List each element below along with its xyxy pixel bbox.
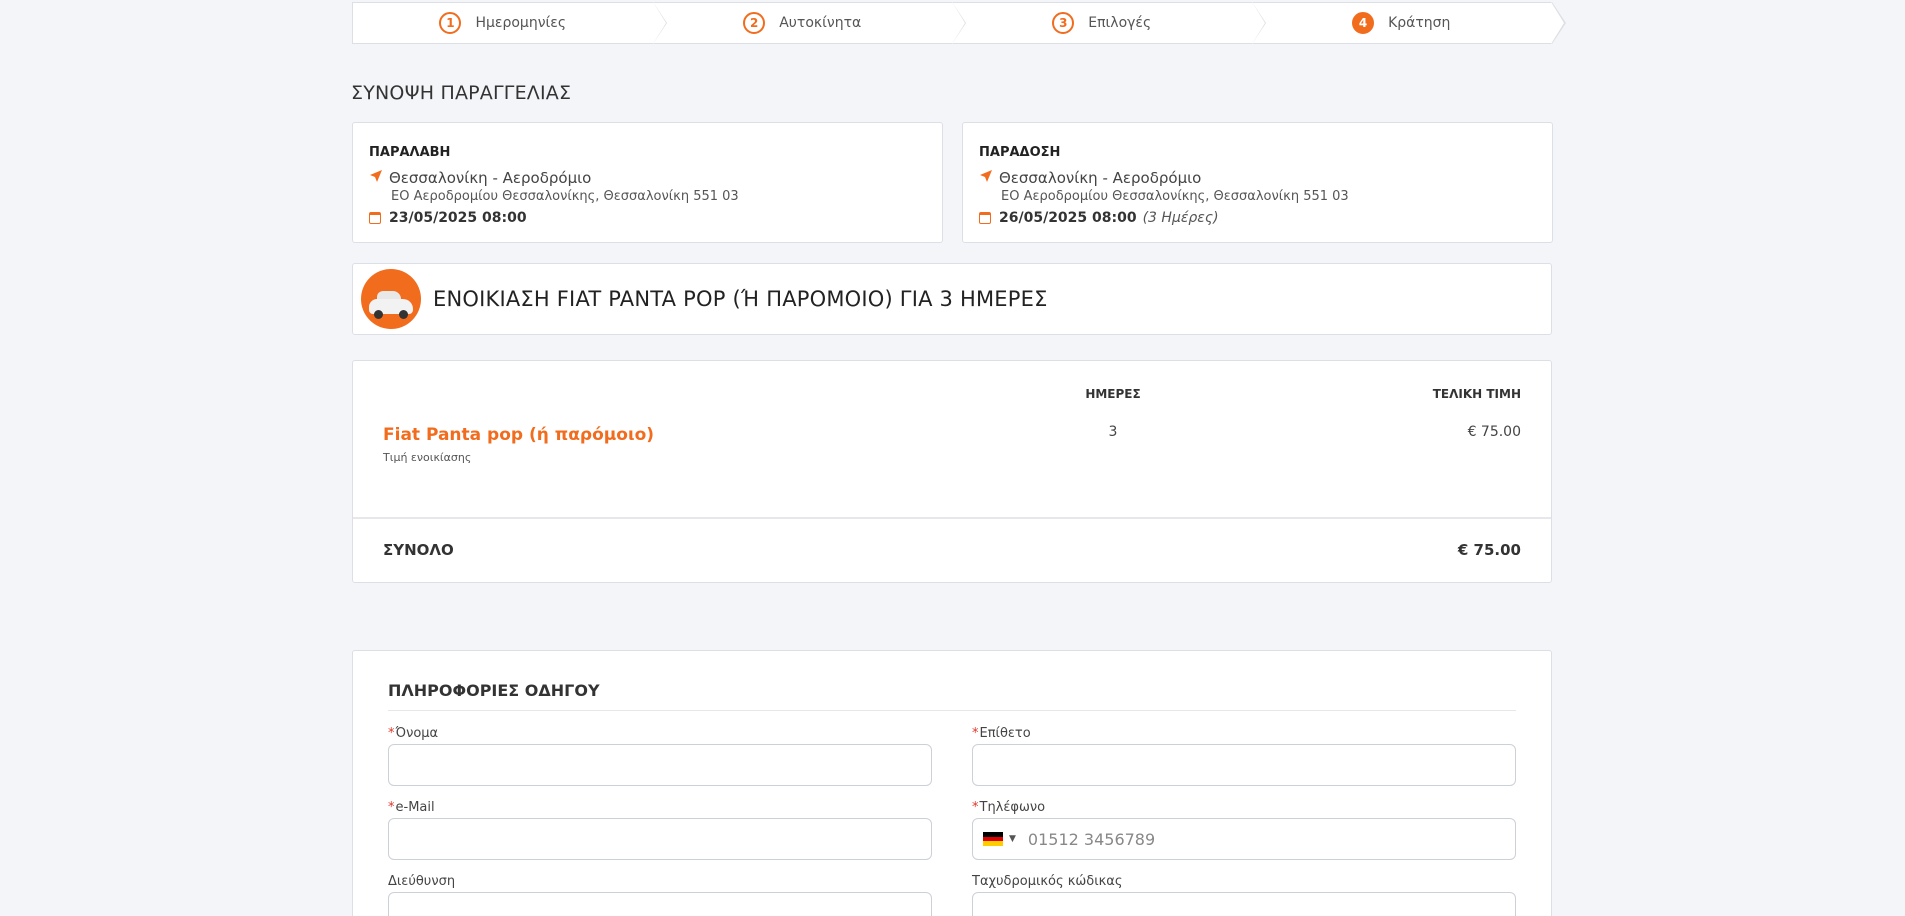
driver-info-title: ΠΛΗΡΟΦΟΡΙΕΣ ΟΔΗΓΟΥ xyxy=(388,681,1516,711)
step-dates[interactable]: 1 Ημερομηνίες xyxy=(353,2,666,44)
calendar-icon xyxy=(369,212,381,224)
last-name-label: *Επίθετο xyxy=(972,726,1031,741)
days-value: 3 xyxy=(1108,424,1118,440)
step-label: Επιλογές xyxy=(1088,15,1152,31)
days-header: ΗΜΕΡΕΣ xyxy=(1085,387,1141,401)
required-mark: * xyxy=(388,726,395,741)
address-input[interactable] xyxy=(388,892,932,916)
rental-price-label: Τιμή ενοικίασης xyxy=(383,451,472,464)
price-value: € 75.00 xyxy=(1467,424,1521,440)
step-label: Κράτηση xyxy=(1388,15,1451,31)
dropoff-location: Θεσσαλονίκη - Αεροδρόμιο xyxy=(999,169,1202,187)
pickup-card: ΠΑΡΑΛΑΒΗ Θεσσαλονίκη - Αεροδρόμιο ΕΟ Αερ… xyxy=(352,122,943,243)
dropoff-address: ΕΟ Αεροδρομίου Θεσσαλονίκης, Θεσσαλονίκη… xyxy=(1001,189,1349,204)
step-cars[interactable]: 2 Αυτοκίνητα xyxy=(653,2,966,44)
required-mark: * xyxy=(388,800,395,815)
step-label: Αυτοκίνητα xyxy=(779,15,862,31)
postal-code-input[interactable] xyxy=(972,892,1516,916)
total-value: € 75.00 xyxy=(1457,541,1521,559)
car-name: Fiat Panta pop (ή παρόμοιο) xyxy=(383,425,655,445)
rental-duration: (3 Ημέρες) xyxy=(1142,210,1219,226)
car-image xyxy=(361,269,421,329)
phone-placeholder: 01512 3456789 xyxy=(1027,829,1156,849)
pricing-card: ΗΜΕΡΕΣ ΤΕΛΙΚΗ ΤΙΜΗ Fiat Panta pop (ή παρ… xyxy=(352,360,1552,583)
total-price-header: ΤΕΛΙΚΗ ΤΙΜΗ xyxy=(1432,387,1521,401)
pickup-location: Θεσσαλονίκη - Αεροδρόμιο xyxy=(389,169,592,187)
required-mark: * xyxy=(972,726,979,741)
calendar-icon xyxy=(979,212,991,224)
step-number: 1 xyxy=(439,12,462,34)
last-name-input[interactable] xyxy=(972,744,1516,786)
germany-flag-icon[interactable] xyxy=(983,832,1003,847)
pickup-address: ΕΟ Αεροδρομίου Θεσσαλονίκης, Θεσσαλονίκη… xyxy=(391,189,739,204)
step-options[interactable]: 3 Επιλογές xyxy=(952,2,1265,44)
phone-input[interactable]: ▼ 01512 3456789 xyxy=(972,818,1516,860)
step-label: Ημερομηνίες xyxy=(475,15,567,31)
dropoff-datetime: 26/05/2025 08:00 xyxy=(999,210,1137,226)
address-label: Διεύθυνση xyxy=(388,874,456,889)
country-dropdown-caret-icon[interactable]: ▼ xyxy=(1009,834,1016,844)
rental-header-card: ΕΝΟΙΚΙΑΣΗ FIAT PANTA POP (Ή ΠΑΡΟΜΟΙΟ) ΓΙ… xyxy=(352,263,1552,335)
required-mark: * xyxy=(972,800,979,815)
location-arrow-icon xyxy=(979,169,999,187)
phone-label: *Τηλέφωνο xyxy=(972,800,1046,815)
dropoff-title: ΠΑΡΑΔΟΣΗ xyxy=(979,145,1061,160)
step-number: 4 xyxy=(1352,12,1375,34)
rental-title: ΕΝΟΙΚΙΑΣΗ FIAT PANTA POP (Ή ΠΑΡΟΜΟΙΟ) ΓΙ… xyxy=(433,287,1048,311)
first-name-input[interactable] xyxy=(388,744,932,786)
email-label: *e-Mail xyxy=(388,800,435,815)
step-number: 3 xyxy=(1052,12,1075,34)
pickup-title: ΠΑΡΑΛΑΒΗ xyxy=(369,145,451,160)
divider xyxy=(353,517,1551,519)
booking-steps: 1 Ημερομηνίες 2 Αυτοκίνητα 3 Επιλογές 4 … xyxy=(352,2,1566,44)
step-booking[interactable]: 4 Κράτηση xyxy=(1252,2,1565,44)
dropoff-card: ΠΑΡΑΔΟΣΗ Θεσσαλονίκη - Αεροδρόμιο ΕΟ Αερ… xyxy=(962,122,1553,243)
total-label: ΣΥΝΟΛΟ xyxy=(383,541,454,559)
email-input[interactable] xyxy=(388,818,932,860)
postal-code-label: Ταχυδρομικός κώδικας xyxy=(972,874,1123,889)
location-arrow-icon xyxy=(369,169,389,187)
step-number: 2 xyxy=(743,12,766,34)
driver-info-card: ΠΛΗΡΟΦΟΡΙΕΣ ΟΔΗΓΟΥ *Όνομα *Επίθετο *e-Ma… xyxy=(352,650,1552,916)
pickup-datetime: 23/05/2025 08:00 xyxy=(389,210,527,226)
first-name-label: *Όνομα xyxy=(388,726,439,741)
order-summary-title: ΣΥΝΟΨΗ ΠΑΡΑΓΓΕΛΙΑΣ xyxy=(351,82,572,104)
